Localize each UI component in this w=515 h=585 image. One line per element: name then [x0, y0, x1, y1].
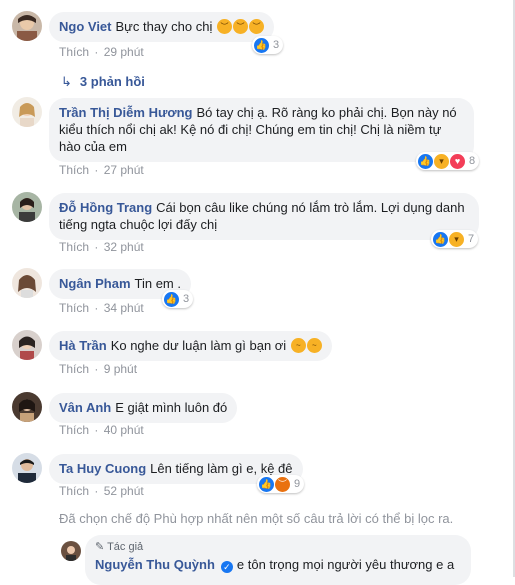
avatar[interactable]: [12, 453, 42, 483]
comment-author[interactable]: Ta Huy Cuong: [59, 461, 146, 476]
haha-reaction-icon: ▾: [434, 153, 449, 169]
reaction-count: 3: [273, 39, 280, 51]
reaction-summary[interactable]: 👍 3: [252, 36, 284, 54]
reaction-summary[interactable]: 👍 ▾ ♥ 8: [416, 152, 480, 170]
timestamp[interactable]: 29 phút: [104, 45, 144, 59]
like-reaction-icon: 👍: [254, 37, 269, 53]
angry-reaction-icon: ︶: [275, 476, 290, 492]
timestamp[interactable]: 34 phút: [104, 301, 144, 315]
separator: ·: [94, 484, 99, 498]
separator: ·: [94, 163, 99, 177]
comment-actions: Thích · 34 phút: [59, 301, 144, 315]
separator: ·: [94, 301, 99, 315]
like-link[interactable]: Thích: [59, 163, 89, 177]
author-avatar[interactable]: [61, 541, 81, 561]
author-reply-line: Nguyễn Thu Quỳnh ✓ e tôn trọng mọi người y…: [95, 557, 454, 573]
comment-actions: Thích · 40 phút: [59, 423, 144, 437]
author-reply-bubble: ✎ Tác giả Nguyễn Thu Quỳnh ✓ e tôn trọng m…: [85, 535, 471, 585]
sigh-emoji-icon: ~: [306, 338, 322, 353]
reaction-count: 8: [469, 155, 476, 167]
timestamp[interactable]: 32 phút: [104, 240, 144, 254]
like-link[interactable]: Thích: [59, 423, 89, 437]
comment-author[interactable]: Nguyễn Thu Quỳnh: [95, 557, 215, 572]
sigh-emoji-icon: ~: [290, 338, 306, 353]
comment-actions: Thích · 32 phút: [59, 240, 144, 254]
like-link[interactable]: Thích: [59, 240, 89, 254]
separator: ·: [94, 423, 99, 437]
timestamp[interactable]: 9 phút: [104, 362, 137, 376]
reaction-count: 7: [468, 233, 475, 245]
separator: ·: [94, 240, 99, 254]
comment-actions: Thích · 29 phút: [59, 45, 144, 59]
haha-reaction-icon: ▾: [449, 231, 464, 247]
sad-emoji-icon: ︶: [232, 19, 248, 34]
like-reaction-icon: 👍: [418, 153, 433, 169]
comment-text: e tôn trọng mọi người yêu thương e a: [236, 557, 455, 572]
comment-actions: Thích · 27 phút: [59, 163, 144, 177]
love-reaction-icon: ♥: [450, 153, 465, 169]
comment-author[interactable]: Vân Anh: [59, 400, 111, 415]
separator: ·: [94, 362, 99, 376]
comment-actions: Thích · 52 phút: [59, 484, 144, 498]
comment-bubble: Vân Anh E giật mình luôn đó: [49, 393, 238, 423]
view-replies-link[interactable]: ↳ 3 phản hồi: [61, 74, 145, 90]
comment-bubble: Đỗ Hồng Trang Cái bọn câu like chúng nó l…: [49, 193, 479, 240]
comment-author[interactable]: Hà Trần: [59, 338, 107, 353]
sad-emoji-icon: ︶: [216, 19, 232, 34]
like-link[interactable]: Thích: [59, 484, 89, 498]
avatar[interactable]: [12, 11, 42, 41]
timestamp[interactable]: 52 phút: [104, 484, 144, 498]
verified-icon: ✓: [220, 561, 233, 573]
comment-bubble: Trần Thị Diễm Hương Bó tay chị ạ. Rõ ràng…: [49, 98, 474, 162]
comment-author[interactable]: Ngo Viet: [59, 19, 112, 34]
avatar[interactable]: [12, 268, 42, 298]
like-link[interactable]: Thích: [59, 45, 89, 59]
timestamp[interactable]: 40 phút: [104, 423, 144, 437]
comment-bubble: Hà Trần Ko nghe dư luận làm gì bạn ơi ~ ~: [49, 331, 332, 361]
pen-icon: ✎: [95, 541, 105, 553]
comment-author[interactable]: Đỗ Hồng Trang: [59, 200, 152, 215]
avatar[interactable]: [12, 97, 42, 127]
avatar[interactable]: [12, 192, 42, 222]
avatar[interactable]: [12, 330, 42, 360]
reaction-summary[interactable]: 👍 ︶ 9: [257, 475, 305, 493]
reaction-count: 3: [183, 293, 190, 305]
like-link[interactable]: Thích: [59, 362, 89, 376]
author-tag-label: Tác giả: [107, 541, 144, 553]
comment-actions: Thích · 9 phút: [59, 362, 137, 376]
comment-bubble: Ngo Viet Bực thay cho chị ︶ ︶ ︶: [49, 12, 274, 42]
replies-count[interactable]: 3 phản hồi: [80, 74, 145, 89]
comment-text: Ko nghe dư luận làm gì bạn ơi: [110, 338, 287, 353]
avatar[interactable]: [12, 392, 42, 422]
reaction-summary[interactable]: 👍 ▾ 7: [431, 230, 479, 248]
filter-notice: Đã chọn chế độ Phù hợp nhất nên một số c…: [59, 511, 454, 526]
like-reaction-icon: 👍: [433, 231, 448, 247]
separator: ·: [94, 45, 99, 59]
like-reaction-icon: 👍: [164, 291, 179, 307]
reaction-summary[interactable]: 👍 3: [162, 290, 194, 308]
sad-emoji-icon: ︶: [248, 19, 264, 34]
comment-text: Tin em .: [134, 276, 181, 291]
comment-text: Lên tiếng làm gì e, kệ đê: [150, 461, 293, 476]
comment-text: Bực thay cho chị: [115, 19, 213, 34]
like-reaction-icon: 👍: [259, 476, 274, 492]
comment-text: E giật mình luôn đó: [115, 400, 228, 415]
reaction-count: 9: [294, 478, 301, 490]
comment-author[interactable]: Trần Thị Diễm Hương: [59, 105, 193, 120]
timestamp[interactable]: 27 phút: [104, 163, 144, 177]
reply-arrow-icon: ↳: [61, 74, 72, 89]
comment-author[interactable]: Ngân Pham: [59, 276, 131, 291]
like-link[interactable]: Thích: [59, 301, 89, 315]
author-badge: ✎ Tác giả: [95, 540, 143, 553]
